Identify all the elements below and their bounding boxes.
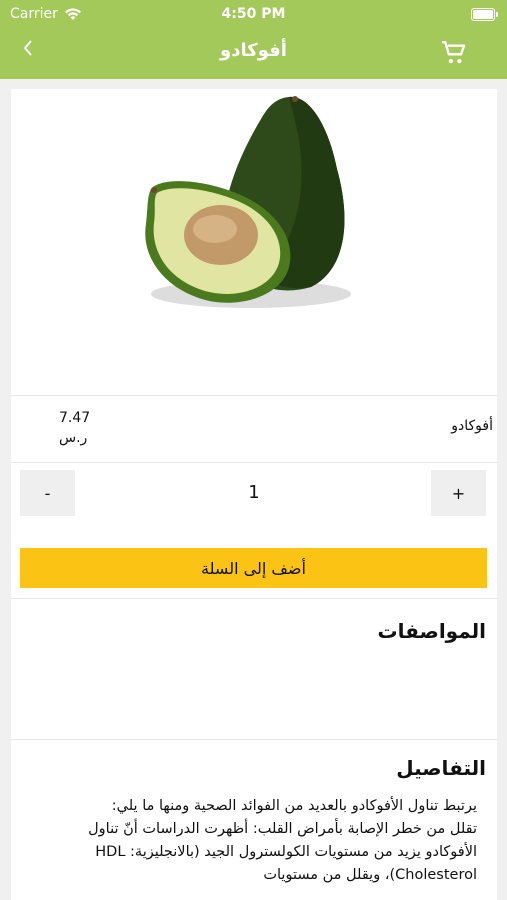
price-currency: ر.س	[59, 430, 88, 446]
details-title: التفاصيل	[396, 756, 486, 780]
add-to-cart-button[interactable]: أضف إلى السلة	[20, 548, 487, 588]
price-row: 7.47 ر.س أفوكادو	[11, 396, 497, 462]
quantity-stepper: - 1 +	[11, 463, 497, 529]
increase-button[interactable]: +	[431, 470, 486, 516]
status-time: 4:50 PM	[221, 6, 286, 22]
specs-section: المواصفات	[11, 599, 497, 739]
product-name: أفوكادو	[451, 418, 493, 434]
page-title: أفوكادو	[220, 40, 287, 61]
battery-icon	[471, 8, 498, 21]
specs-title: المواصفات	[377, 619, 487, 643]
cart-icon	[442, 40, 466, 64]
status-bar: Carrier 4:50 PM	[0, 4, 507, 26]
price-value: 7.47	[59, 410, 91, 426]
avocado-image	[145, 96, 351, 308]
details-text: يرتبط تناول الأفوكادو بالعديد من الفوائد…	[88, 798, 477, 883]
price-block: 7.47 ر.س	[59, 408, 90, 448]
cart-button[interactable]	[441, 40, 467, 66]
top-bar: Carrier 4:50 PM أفوكادو	[0, 0, 507, 79]
product-image	[11, 89, 497, 395]
quantity-value: 1	[248, 482, 260, 503]
